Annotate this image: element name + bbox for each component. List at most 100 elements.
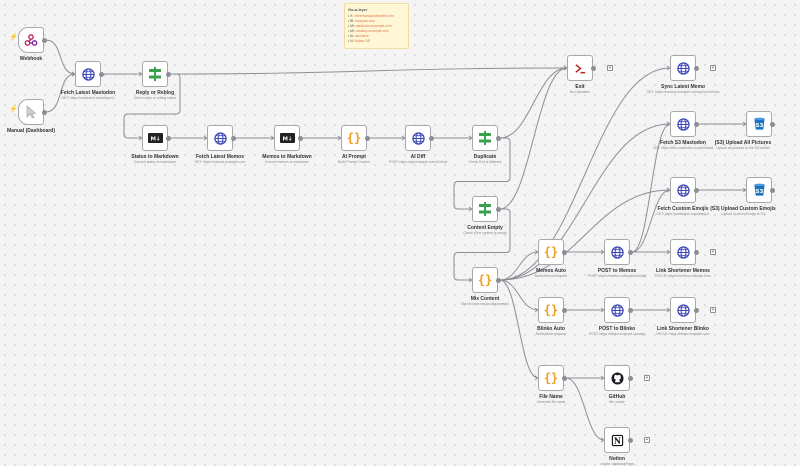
add-node-button[interactable]: +	[644, 375, 650, 381]
output-port[interactable]	[562, 249, 567, 255]
output-port[interactable]	[628, 375, 633, 381]
node-label: Manual (Dashboard)	[6, 128, 56, 134]
output-port[interactable]	[628, 437, 633, 443]
braces-icon: {}	[347, 131, 361, 145]
node-memos-to-markdown[interactable]: M↓	[274, 125, 300, 151]
node-mix-content[interactable]: {}	[472, 267, 498, 293]
output-port[interactable]	[429, 135, 434, 141]
braces-icon: {}	[478, 273, 492, 287]
switch-icon	[478, 202, 492, 216]
sticky-line-prefix: • Bl:	[348, 19, 356, 23]
node-subtitle: GET: https://memos.example.com/api/v1/me…	[646, 90, 720, 94]
sticky-line-link[interactable]: aicontent	[355, 34, 369, 38]
node-notion[interactable]: N	[604, 427, 630, 453]
connection-duplicate-to-exit[interactable]	[499, 67, 568, 139]
output-port[interactable]	[628, 249, 633, 255]
node-duplicate[interactable]	[472, 125, 498, 151]
output-port[interactable]	[694, 249, 699, 255]
svg-text:{}: {}	[544, 245, 558, 259]
output-port[interactable]	[166, 135, 171, 141]
globe-icon	[610, 245, 624, 259]
output-port[interactable]	[694, 187, 699, 193]
connection-file-name-to-notion[interactable]	[565, 377, 605, 441]
output-port[interactable]	[591, 65, 596, 71]
output-port[interactable]	[42, 37, 47, 43]
add-node-button[interactable]: +	[607, 65, 613, 71]
node-fetch-custom-emojis[interactable]	[670, 177, 696, 203]
node-post-to-memos[interactable]	[604, 239, 630, 265]
node-subtitle: Mix text and media attachments	[461, 302, 509, 306]
connection-post-to-memos-to-fetch-custom-emojis[interactable]	[631, 189, 671, 253]
output-port[interactable]	[42, 109, 47, 115]
node-content-empty[interactable]	[472, 196, 498, 222]
node-blinko-auto[interactable]: {}	[538, 297, 564, 323]
node-s3-upload-custom-emojis[interactable]: S3	[746, 177, 772, 203]
node-manual[interactable]	[18, 99, 44, 125]
output-port[interactable]	[365, 135, 370, 141]
workflow-canvas[interactable]: Go-a-tryer • X: cheerfoxsays@twitter.com…	[0, 0, 800, 466]
output-port[interactable]	[770, 121, 775, 127]
globe-icon	[213, 131, 227, 145]
node-webhook[interactable]	[18, 27, 44, 53]
node-fetch-s3-mastodon[interactable]	[670, 111, 696, 137]
node-reply-or-reblog[interactable]	[142, 61, 168, 87]
node-ai-diff[interactable]	[405, 125, 431, 151]
node-sync-to-server[interactable]	[670, 55, 696, 81]
globe-icon	[676, 61, 690, 75]
output-port[interactable]	[694, 307, 699, 313]
connection-mix-content-to-fetch-custom-emojis[interactable]	[499, 189, 671, 281]
sticky-line-prefix: • Mi:	[348, 24, 356, 28]
trigger-bolt-icon: ⚡	[9, 34, 18, 41]
node-subtitle: Check if the content is empty	[463, 231, 507, 235]
trigger-bolt-icon: ⚡	[9, 106, 18, 113]
node-memos-auto[interactable]: {}	[538, 239, 564, 265]
output-port[interactable]	[770, 187, 775, 193]
sticky-note-line: • N: Notion DB	[348, 39, 405, 44]
sticky-line-link[interactable]: example.com	[355, 19, 375, 23]
sticky-note-title: Go-a-tryer	[348, 7, 368, 12]
node-subtitle: Upload Custom Emojis to S3	[721, 212, 765, 216]
add-node-button[interactable]: +	[710, 307, 716, 313]
sticky-line-prefix: • Ai:	[348, 34, 355, 38]
switch-icon	[478, 131, 492, 145]
node-link-shortener-blinko[interactable]	[670, 297, 696, 323]
connection-reply-or-reblog-to-exit[interactable]	[169, 67, 568, 75]
output-port[interactable]	[628, 307, 633, 313]
output-port[interactable]	[496, 135, 501, 141]
output-port[interactable]	[99, 71, 104, 77]
output-port[interactable]	[496, 277, 501, 283]
sticky-line-link[interactable]: Notion DB	[354, 39, 369, 43]
output-port[interactable]	[562, 307, 567, 313]
output-port[interactable]	[694, 121, 699, 127]
node-file-name[interactable]: {}	[538, 365, 564, 391]
output-port[interactable]	[231, 135, 236, 141]
braces-icon: {}	[544, 303, 558, 317]
node-label: Webhook	[19, 56, 43, 62]
connection-mix-content-to-sync-to-server[interactable]	[499, 67, 671, 281]
sticky-line-link[interactable]: mastodon.example.com	[356, 24, 392, 28]
output-port[interactable]	[562, 375, 567, 381]
output-port[interactable]	[694, 65, 699, 71]
add-node-button[interactable]: +	[644, 437, 650, 443]
node-post-to-blinko[interactable]	[604, 297, 630, 323]
node-subtitle: file: create	[609, 400, 625, 404]
node-exit[interactable]	[567, 55, 593, 81]
add-node-button[interactable]: +	[710, 249, 716, 255]
output-port[interactable]	[166, 71, 171, 77]
node-status-to-markdown[interactable]: M↓	[142, 125, 168, 151]
svg-text:S3: S3	[755, 189, 763, 195]
node-github[interactable]	[604, 365, 630, 391]
globe-icon	[81, 67, 95, 81]
s3-bucket-icon: S3	[753, 117, 766, 131]
node-s3-upload-all-pictures[interactable]: S3	[746, 111, 772, 137]
node-fetch-latest-memos[interactable]	[207, 125, 233, 151]
sticky-line-link[interactable]: misskey.example.com	[356, 29, 389, 33]
node-ai-prompt[interactable]: {}	[341, 125, 367, 151]
add-node-button[interactable]: +	[710, 65, 716, 71]
node-fetch-latest-mastodon[interactable]	[75, 61, 101, 87]
output-port[interactable]	[298, 135, 303, 141]
sticky-line-link[interactable]: cheerfoxsays@twitter.com	[354, 14, 394, 18]
node-link-shortener-memos[interactable]	[670, 239, 696, 265]
output-port[interactable]	[496, 206, 501, 212]
sticky-note[interactable]: Go-a-tryer • X: cheerfoxsays@twitter.com…	[344, 3, 409, 49]
